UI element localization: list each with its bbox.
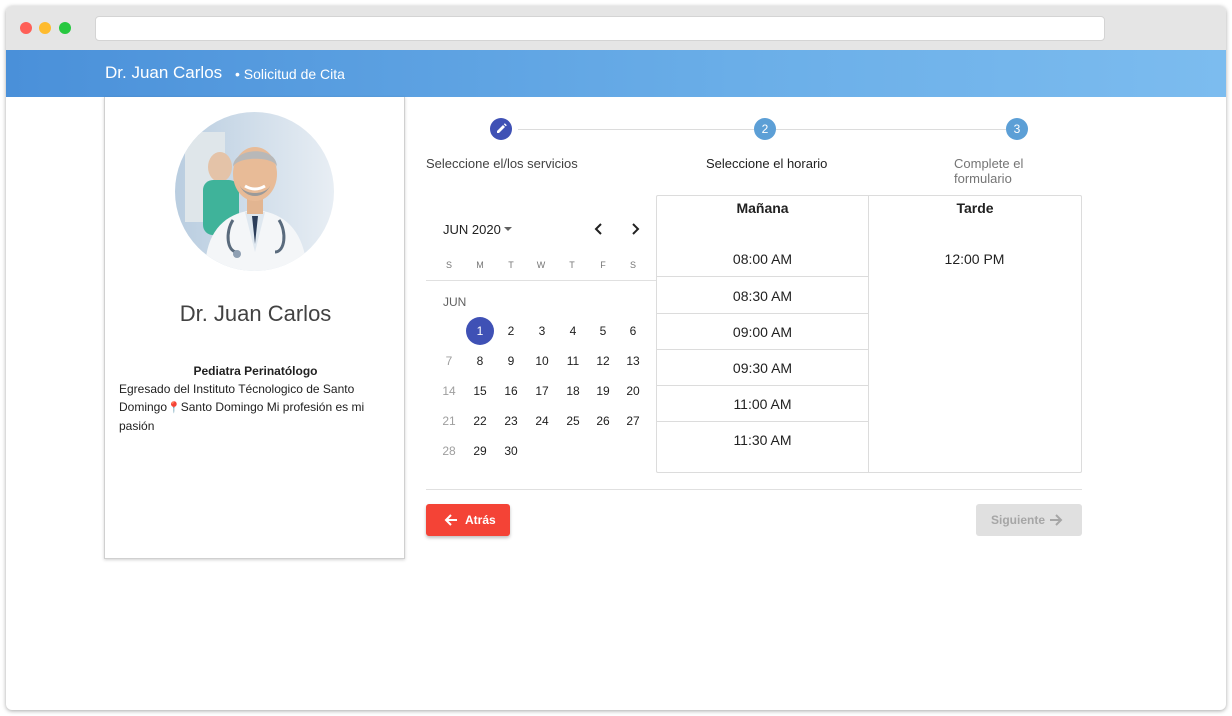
time-slot[interactable]: 12:00 PM (869, 241, 1080, 277)
pencil-icon (497, 123, 507, 133)
maximize-window-button[interactable] (59, 22, 71, 34)
doctor-avatar (175, 112, 334, 271)
calendar-day-disabled: 7 (445, 354, 453, 368)
next-button[interactable]: Siguiente (976, 504, 1082, 536)
calendar-day[interactable]: 25 (559, 407, 587, 435)
weekday-sun: S (445, 260, 452, 270)
header-subtitle: • Solicitud de Cita (235, 66, 345, 82)
calendar-day[interactable]: 17 (528, 377, 556, 405)
calendar-divider (426, 280, 656, 281)
calendar-day-disabled: 21 (442, 414, 456, 428)
calendar-day-selected[interactable]: 1 (466, 317, 494, 345)
caret-down-icon[interactable] (504, 227, 512, 231)
calendar-day[interactable]: 29 (466, 437, 494, 465)
calendar-day[interactable]: 24 (528, 407, 556, 435)
time-slot[interactable]: 09:00 AM (657, 314, 868, 350)
step-2-circle[interactable]: 2 (754, 118, 776, 140)
calendar-day[interactable]: 13 (619, 347, 647, 375)
morning-header: Mañana (736, 200, 789, 216)
arrow-right-icon (1050, 514, 1063, 526)
afternoon-header: Tarde (956, 200, 994, 216)
location-pin-icon: 📍 (167, 402, 181, 414)
month-year-selector[interactable]: JUN 2020 (443, 222, 501, 237)
profile-bio: Egresado del Instituto Técnologico de Sa… (119, 380, 379, 435)
calendar-day[interactable]: 26 (589, 407, 617, 435)
weekday-fri: F (600, 260, 606, 270)
calendar-day[interactable]: 10 (528, 347, 556, 375)
browser-chrome (6, 6, 1226, 50)
next-button-label: Siguiente (991, 513, 1046, 527)
time-slot[interactable]: 08:30 AM (657, 278, 868, 314)
address-bar[interactable] (95, 16, 1105, 41)
calendar-day[interactable]: 23 (497, 407, 525, 435)
calendar-day[interactable]: 4 (559, 317, 587, 345)
calendar-day[interactable]: 11 (559, 347, 587, 375)
morning-column: Mañana 08:00 AM 08:30 AM 09:00 AM 09:30 … (657, 196, 869, 472)
date-picker: JUN 2020 S M T W T F S JUN 1 2 3 4 5 6 7… (426, 216, 656, 466)
calendar-day[interactable]: 5 (589, 317, 617, 345)
time-slot[interactable]: 11:30 AM (657, 422, 868, 458)
footer-divider (426, 489, 1082, 490)
back-button[interactable]: Atrás (426, 504, 510, 536)
next-month-button[interactable] (625, 219, 645, 239)
calendar-day[interactable]: 8 (466, 347, 494, 375)
time-slot[interactable]: 09:30 AM (657, 350, 868, 386)
chevron-left-icon (594, 223, 602, 235)
prev-month-button[interactable] (589, 219, 609, 239)
calendar-day[interactable]: 16 (497, 377, 525, 405)
stepper-connector (776, 129, 1006, 130)
month-section-label: JUN (443, 295, 467, 309)
close-window-button[interactable] (20, 22, 32, 34)
calendar-day[interactable]: 3 (528, 317, 556, 345)
calendar-day-disabled: 14 (442, 384, 456, 398)
step-3-label[interactable]: Complete el formulario (954, 156, 1080, 186)
afternoon-column: Tarde 12:00 PM (869, 196, 1081, 472)
calendar-day[interactable]: 18 (559, 377, 587, 405)
doctor-profile-card: Dr. Juan Carlos Pediatra Perinatólogo Eg… (104, 97, 405, 559)
weekday-tue: T (508, 260, 514, 270)
calendar-day[interactable]: 15 (466, 377, 494, 405)
calendar-day[interactable]: 20 (619, 377, 647, 405)
weekday-thu: T (569, 260, 575, 270)
arrow-left-icon (444, 514, 457, 526)
step-1-label[interactable]: Seleccione el/los servicios (426, 156, 578, 171)
step-1-edit-button[interactable] (490, 118, 512, 140)
weekday-sat: S (629, 260, 636, 270)
calendar-day-disabled: 28 (442, 444, 456, 458)
time-slot[interactable]: 08:00 AM (657, 241, 868, 277)
calendar-day[interactable]: 30 (497, 437, 525, 465)
step-2-label[interactable]: Seleccione el horario (706, 156, 827, 171)
minimize-window-button[interactable] (39, 22, 51, 34)
profile-doctor-name: Dr. Juan Carlos (179, 301, 332, 326)
doctor-photo (175, 112, 334, 271)
weekday-mon: M (476, 260, 484, 270)
chevron-right-icon (632, 223, 640, 235)
calendar-day[interactable]: 22 (466, 407, 494, 435)
calendar-day[interactable]: 19 (589, 377, 617, 405)
back-button-label: Atrás (465, 513, 496, 527)
stepper-connector (518, 129, 754, 130)
header-doctor-name: Dr. Juan Carlos (105, 63, 223, 82)
app-header: Dr. Juan Carlos • Solicitud de Cita (6, 50, 1226, 97)
weekday-wed: W (536, 260, 546, 270)
profile-specialty: Pediatra Perinatólogo (193, 364, 318, 378)
calendar-day[interactable]: 27 (619, 407, 647, 435)
calendar-day[interactable]: 6 (619, 317, 647, 345)
appointment-stepper: 2 3 Seleccione el/los servicios Seleccio… (420, 112, 1080, 186)
step-3-circle[interactable]: 3 (1006, 118, 1028, 140)
calendar-day[interactable]: 2 (497, 317, 525, 345)
calendar-day[interactable]: 9 (497, 347, 525, 375)
time-slot-table: Mañana 08:00 AM 08:30 AM 09:00 AM 09:30 … (656, 195, 1082, 473)
calendar-day[interactable]: 12 (589, 347, 617, 375)
time-slot[interactable]: 11:00 AM (657, 386, 868, 422)
